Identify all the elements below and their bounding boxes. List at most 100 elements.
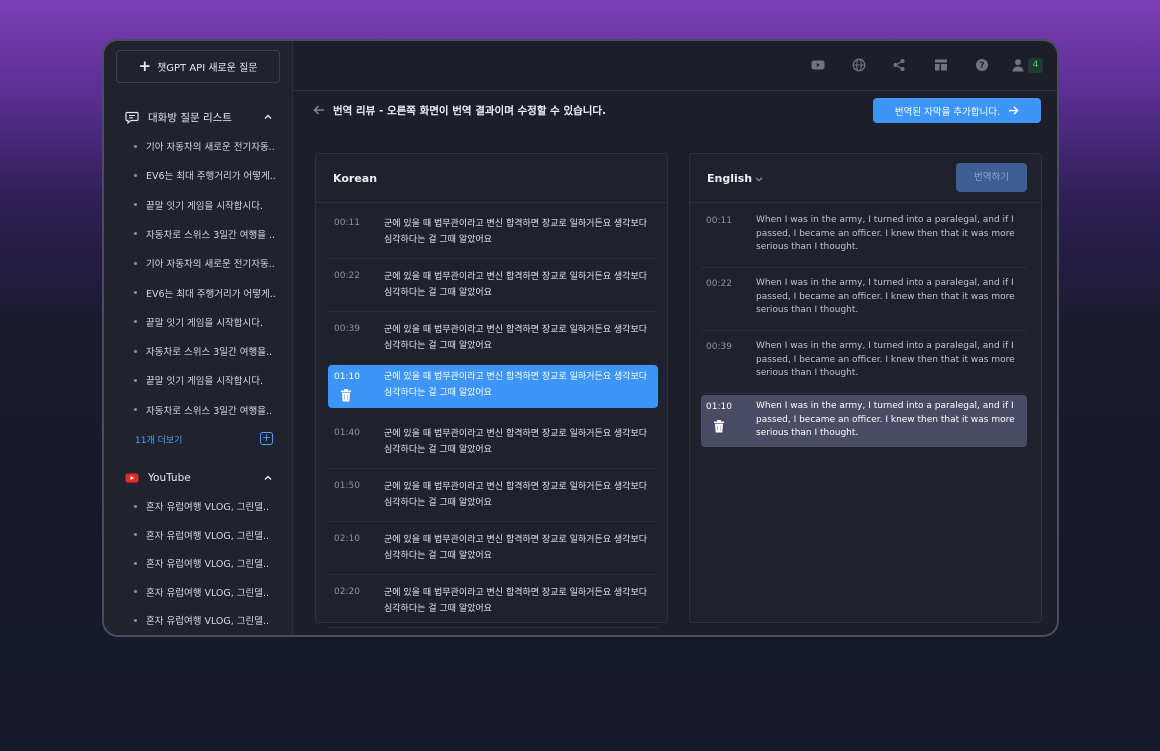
arrow-left-icon[interactable]: [313, 104, 325, 116]
translation-row[interactable]: 00:39 When I was in the army, I turned in…: [701, 331, 1027, 394]
bullet-icon: [134, 378, 137, 382]
bullet-icon: [134, 173, 137, 177]
chat-section-title: 대화방 질문 리스트: [148, 111, 232, 124]
sidebar-item-label: 혼자 유럽여행 VLOG, 그린델..: [146, 559, 270, 570]
youtube-section-header[interactable]: YouTube: [104, 467, 293, 489]
globe-icon[interactable]: [852, 58, 866, 72]
subtitle-text: 군에 있을 때 법무관이라고 변신 합격하면 장교로 일하거든요 생각보다 심각…: [384, 219, 648, 245]
sidebar-chat-item[interactable]: 끝말 잇기 게임을 시작합시다.: [134, 314, 284, 330]
chevron-up-icon[interactable]: [262, 111, 274, 123]
sidebar: + 챗GPT API 새로운 질문 대화방 질문 리스트 기아 자동차의 새로운…: [104, 41, 293, 635]
chat-section-header[interactable]: 대화방 질문 리스트: [104, 106, 293, 128]
timestamp: 01:40: [334, 428, 360, 438]
subtitle-row[interactable]: 01:50 군에 있을 때 법무관이라고 변신 합격하면 장교로 일하거든요 생각…: [328, 469, 658, 522]
layout-icon[interactable]: [934, 58, 948, 72]
timestamp: 00:39: [706, 342, 732, 352]
translation-panel: English 번역하기 00:11 When I was in the army…: [689, 153, 1042, 623]
share-icon[interactable]: [892, 58, 906, 72]
sidebar-youtube-item[interactable]: 혼자 유럽여행 VLOG, 그린델..: [134, 498, 284, 514]
sidebar-item-label: EV6는 최대 주행거리가 어떻게..: [146, 288, 276, 300]
bullet-icon: [134, 261, 137, 265]
subtitle-text: 군에 있을 때 법무관이라고 변신 합격하면 장교로 일하거든요 생각보다 심각…: [384, 272, 648, 298]
translation-panel-header: English 번역하기: [690, 154, 1041, 203]
subtitle-row[interactable]: 00:22 군에 있을 때 법무관이라고 변신 합격하면 장교로 일하거든요 생각…: [328, 259, 658, 312]
timestamp: 00:22: [334, 271, 360, 281]
page-title: 번역 리뷰 - 오른쪽 화면이 번역 결과이며 수정할 수 있습니다.: [333, 105, 607, 117]
chevron-up-icon[interactable]: [262, 472, 274, 484]
notification-badge: 4: [1028, 58, 1043, 73]
sidebar-item-label: EV6는 최대 주행거리가 어떻게..: [146, 171, 276, 183]
timestamp: 01:10: [706, 402, 732, 412]
sidebar-chat-item[interactable]: 기아 자동차의 새로운 전기자동..: [134, 138, 284, 154]
sidebar-chat-item[interactable]: 기아 자동차의 새로운 전기자동..: [134, 255, 284, 271]
subtitle-row[interactable]: 01:10 군에 있을 때 법무관이라고 변신 합격하면 장교로 일하거든요 생각…: [328, 365, 658, 408]
sidebar-chat-item[interactable]: 자동차로 스위스 3일간 여행을 ..: [134, 226, 284, 242]
trash-icon[interactable]: [713, 420, 725, 433]
translation-text[interactable]: When I was in the army, I turned into a …: [756, 400, 1016, 441]
timestamp: 02:10: [334, 534, 360, 544]
translation-row[interactable]: 00:22 When I was in the army, I turned in…: [701, 268, 1027, 331]
sidebar-item-label: 끝말 잇기 게임을 시작합시다.: [146, 200, 263, 212]
youtube-logo-icon: [125, 473, 139, 483]
timestamp: 00:22: [706, 279, 732, 289]
add-circle-icon[interactable]: +: [260, 432, 273, 445]
bullet-icon: [134, 618, 137, 622]
timestamp: 01:10: [334, 372, 360, 382]
chevron-down-icon[interactable]: [754, 174, 764, 184]
sidebar-chat-item[interactable]: 자동차로 스위스 3일간 여행을..: [134, 402, 284, 418]
subtitle-text: 군에 있을 때 법무관이라고 변신 합격하면 장교로 일하거든요 생각보다 심각…: [384, 535, 648, 561]
sidebar-item-label: 혼자 유럽여행 VLOG, 그린델..: [146, 616, 270, 627]
bullet-icon: [134, 533, 137, 536]
sidebar-chat-item[interactable]: 끝말 잇기 게임을 시작합시다.: [134, 372, 284, 388]
plus-icon: +: [138, 57, 152, 75]
translation-row[interactable]: 01:10 When I was in the army, I turned in…: [701, 395, 1027, 447]
arrow-right-icon: [1009, 106, 1019, 115]
bullet-icon: [134, 203, 137, 207]
timestamp: 00:11: [334, 218, 360, 228]
subtitle-text: 군에 있을 때 법무관이라고 변신 합격하면 장교로 일하거든요 생각보다 심각…: [384, 429, 648, 455]
review-header: 번역 리뷰 - 오른쪽 화면이 번역 결과이며 수정할 수 있습니다. 번역된 …: [293, 92, 1057, 128]
subtitle-row[interactable]: 01:40 군에 있을 때 법무관이라고 변신 합격하면 장교로 일하거든요 생각…: [328, 416, 658, 469]
sidebar-item-label: 끝말 잇기 게임을 시작합시다.: [146, 317, 263, 329]
trash-icon[interactable]: [340, 389, 352, 402]
add-button-label: 번역된 자막을 추가합니다.: [894, 106, 1001, 118]
subtitle-text: 군에 있을 때 법무관이라고 변신 합격하면 장교로 일하거든요 생각보다 심각…: [384, 588, 648, 614]
sidebar-youtube-item[interactable]: 혼자 유럽여행 VLOG, 그린델..: [134, 527, 284, 543]
subtitle-row[interactable]: 00:39 군에 있을 때 법무관이라고 변신 합격하면 장교로 일하거든요 생각…: [328, 312, 658, 365]
new-question-button[interactable]: + 챗GPT API 새로운 질문: [116, 50, 280, 83]
app-window: + 챗GPT API 새로운 질문 대화방 질문 리스트 기아 자동차의 새로운…: [102, 39, 1059, 637]
show-more-link[interactable]: 11개 더보기: [135, 433, 182, 446]
help-icon[interactable]: ?: [975, 58, 989, 72]
sidebar-youtube-item[interactable]: 혼자 유럽여행 VLOG, 그린델..: [134, 555, 284, 571]
sidebar-item-label: 기아 자동차의 새로운 전기자동..: [146, 259, 275, 271]
subtitle-text: 군에 있을 때 법무관이라고 변신 합격하면 장교로 일하거든요 생각보다 심각…: [384, 372, 648, 398]
translation-text[interactable]: When I was in the army, I turned into a …: [756, 277, 1016, 318]
sidebar-chat-item[interactable]: 끝말 잇기 게임을 시작합시다.: [134, 197, 284, 213]
bullet-icon: [134, 232, 137, 236]
bullet-icon: [134, 144, 137, 148]
target-language-select[interactable]: English: [707, 172, 752, 185]
sidebar-chat-item[interactable]: EV6는 최대 주행거리가 어떻게..: [134, 167, 284, 183]
sidebar-youtube-item[interactable]: 혼자 유럽여행 VLOG, 그린델..: [134, 584, 284, 600]
bullet-icon: [134, 349, 137, 353]
translation-text[interactable]: When I was in the army, I turned into a …: [756, 214, 1016, 255]
sidebar-youtube-item[interactable]: 혼자 유럽여행 VLOG, 그린델..: [134, 612, 284, 628]
sidebar-chat-item[interactable]: EV6는 최대 주행거리가 어떻게..: [134, 285, 284, 301]
youtube-icon[interactable]: [811, 58, 825, 72]
sidebar-chat-item[interactable]: 자동차로 스위스 3일간 여행을..: [134, 343, 284, 359]
bullet-icon: [134, 504, 137, 508]
source-panel: Korean 00:11 군에 있을 때 법무관이라고 변신 합격하면 장교로 일…: [315, 153, 668, 628]
chat-bubble-icon: [125, 111, 139, 124]
add-translated-subtitle-button[interactable]: 번역된 자막을 추가합니다.: [873, 98, 1041, 123]
translation-row[interactable]: 00:11 When I was in the army, I turned in…: [701, 205, 1027, 268]
subtitle-row[interactable]: 02:10 군에 있을 때 법무관이라고 변신 합격하면 장교로 일하거든요 생각…: [328, 522, 658, 575]
source-language-label: Korean: [333, 172, 378, 185]
bullet-icon: [134, 291, 137, 294]
subtitle-row[interactable]: 00:11 군에 있을 때 법무관이라고 변신 합격하면 장교로 일하거든요 생각…: [328, 206, 658, 259]
timestamp: 01:50: [334, 481, 360, 491]
user-icon[interactable]: [1011, 58, 1025, 72]
translation-text[interactable]: When I was in the army, I turned into a …: [756, 340, 1016, 381]
sidebar-item-label: 혼자 유럽여행 VLOG, 그린델..: [146, 530, 270, 542]
translate-button[interactable]: 번역하기: [956, 163, 1027, 192]
subtitle-row[interactable]: 02:20 군에 있을 때 법무관이라고 변신 합격하면 장교로 일하거든요 생각…: [328, 575, 658, 628]
